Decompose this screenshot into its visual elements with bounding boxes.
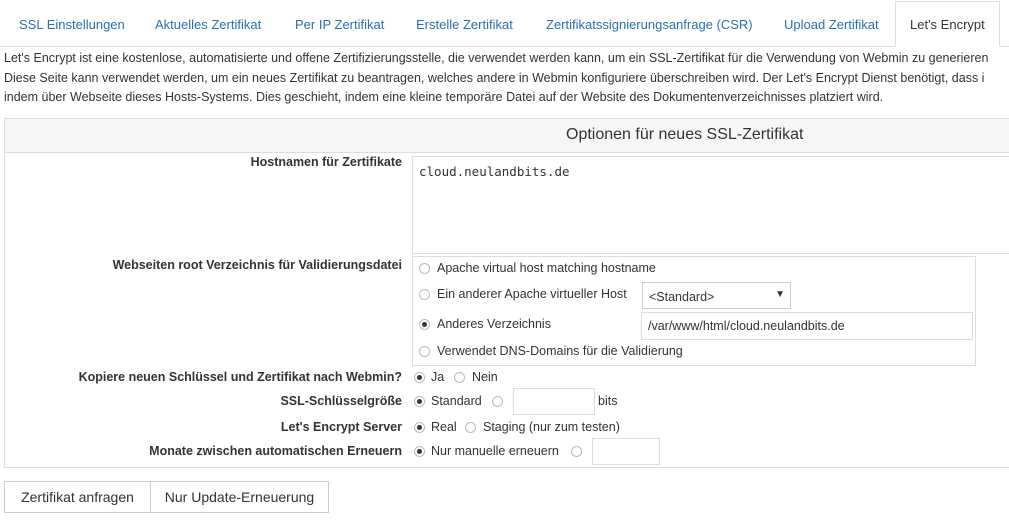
intro-text: Let's Encrypt ist eine kostenlose, autom…: [4, 49, 1009, 108]
copy-no-radio[interactable]: [454, 372, 465, 383]
webroot-option-label: Apache virtual host matching hostname: [437, 261, 656, 275]
tab-upload-certificate[interactable]: Upload Zertifikat: [784, 0, 879, 46]
copy-no-label: Nein: [472, 370, 498, 384]
webroot-option-label: Anderes Verzeichnis: [437, 317, 551, 331]
server-label: Let's Encrypt Server: [280, 420, 402, 434]
tab-bar: SSL Einstellungen Aktuelles Zertifikat P…: [0, 0, 1009, 47]
webroot-radio-apache-hostname[interactable]: [419, 263, 430, 274]
panel-header: Optionen für neues SSL-Zertifikat: [5, 119, 1009, 153]
server-staging-radio[interactable]: [465, 422, 476, 433]
renew-label: Monate zwischen automatischen Erneuern: [149, 444, 402, 458]
keysize-input[interactable]: [513, 388, 595, 415]
intro-line: Let's Encrypt ist eine kostenlose, autom…: [4, 51, 989, 65]
keysize-label: SSL-Schlüsselgröße: [280, 394, 402, 408]
renew-months-radio[interactable]: [571, 446, 582, 457]
hostnames-textarea[interactable]: cloud.neulandbits.de: [412, 156, 1009, 254]
webroot-label: Webseiten root Verzeichnis für Validieru…: [112, 258, 402, 272]
vhost-select[interactable]: <Standard> ▼: [642, 282, 791, 309]
webroot-option-label: Ein anderer Apache virtueller Host: [437, 287, 627, 301]
tab-create-certificate[interactable]: Erstelle Zertifikat: [416, 0, 513, 46]
intro-line: indem über Webseite dieses Hosts-Systems…: [4, 90, 884, 104]
renew-manual-label: Nur manuelle erneuern: [431, 444, 559, 458]
chevron-down-icon: ▼: [775, 289, 785, 300]
vhost-select-value: <Standard>: [649, 290, 715, 304]
copy-yes-label: Ja: [431, 370, 445, 384]
keysize-default-radio[interactable]: [414, 396, 425, 407]
server-real-label: Real: [431, 420, 457, 434]
tab-lets-encrypt[interactable]: Let's Encrypt: [895, 1, 1000, 47]
renew-manual-radio[interactable]: [414, 446, 425, 457]
renew-months-input[interactable]: [592, 438, 660, 465]
hostnames-label: Hostnamen für Zertifikate: [250, 155, 402, 169]
tab-csr[interactable]: Zertifikatssignierungsanfrage (CSR): [546, 0, 753, 46]
tab-current-certificate[interactable]: Aktuelles Zertifikat: [155, 0, 261, 46]
server-real-radio[interactable]: [414, 422, 425, 433]
webroot-option-label: Verwendet DNS-Domains für die Validierun…: [437, 344, 683, 358]
keysize-default-label: Standard: [431, 394, 482, 408]
keysize-unit: bits: [598, 394, 618, 408]
tab-per-ip-certificate[interactable]: Per IP Zertifikat: [295, 0, 384, 46]
update-renewal-button[interactable]: Nur Update-Erneuerung: [150, 481, 329, 513]
intro-line: Diese Seite kann verwendet werden, um ei…: [4, 70, 985, 85]
panel-title: Optionen für neues SSL-Zertifikat: [566, 126, 804, 143]
server-staging-label: Staging (nur zum testen): [483, 420, 620, 434]
webroot-radio-other-dir[interactable]: [419, 319, 430, 330]
webroot-dir-input[interactable]: /var/www/html/cloud.neulandbits.de: [641, 312, 973, 340]
copy-yes-radio[interactable]: [414, 372, 425, 383]
webroot-radio-other-vhost[interactable]: [419, 289, 430, 300]
keysize-custom-radio[interactable]: [492, 396, 503, 407]
webroot-radio-dns[interactable]: [419, 346, 430, 357]
copy-label: Kopiere neuen Schlüssel und Zertifikat n…: [78, 370, 402, 384]
tab-ssl-settings[interactable]: SSL Einstellungen: [19, 0, 125, 46]
request-certificate-button[interactable]: Zertifikat anfragen: [4, 481, 151, 513]
